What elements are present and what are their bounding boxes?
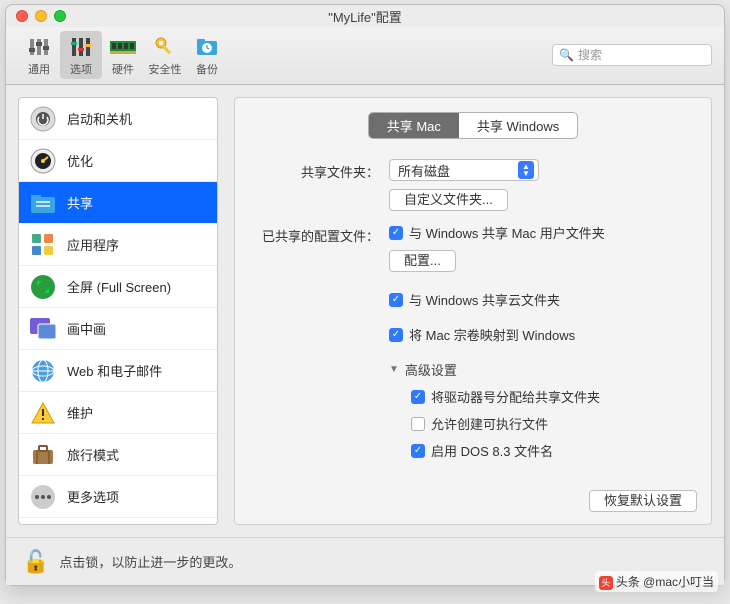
zoom-icon[interactable] [54,10,66,22]
check-label: 将 Mac 宗卷映射到 Windows [409,325,575,344]
gauge-icon [29,147,57,175]
search-placeholder: 搜索 [578,46,602,63]
tab-share-windows[interactable]: 共享 Windows [459,113,577,138]
check-label: 与 Windows 共享 Mac 用户文件夹 [409,223,605,242]
check-allow-exec[interactable]: 允许创建可执行文件 [411,414,697,433]
advanced-group: ✓ 将驱动器号分配给共享文件夹 允许创建可执行文件 ✓ 启用 DOS 8.3 文… [411,387,697,460]
tab-share-mac[interactable]: 共享 Mac [369,113,459,138]
sidebar-item-label: 优化 [67,151,93,170]
search-input[interactable]: 🔍 搜索 [552,44,712,66]
toolbar-items: 通用 选项 硬件 安全性 备份 [18,31,228,79]
apps-icon [29,231,57,259]
clock-folder-icon [191,33,223,61]
globe-icon [29,357,57,385]
toolbar-security[interactable]: 安全性 [144,31,186,79]
footer: 🔓 点击锁，以防止进一步的更改。 [6,537,724,585]
window-title: "MyLife"配置 [66,7,664,26]
checkbox-icon: ✓ [411,444,425,458]
checkbox-icon [411,417,425,431]
select-value: 所有磁盘 [398,161,450,180]
sidebar-item-maintenance[interactable]: 维护 [19,392,217,434]
warning-icon [29,399,57,427]
sidebar-item-label: 全屏 (Full Screen) [67,277,171,296]
checkbox-icon: ✓ [389,293,403,307]
toolbar: 通用 选项 硬件 安全性 备份 🔍 搜索 [6,27,724,85]
toolbar-options[interactable]: 选项 [60,31,102,79]
tabs: 共享 Mac 共享 Windows [249,112,697,139]
sidebar-item-label: 共享 [67,193,93,212]
toolbar-backup[interactable]: 备份 [186,31,228,79]
toolbar-hardware[interactable]: 硬件 [102,31,144,79]
toolbar-general[interactable]: 通用 [18,31,60,79]
sidebar-item-startup[interactable]: 启动和关机 [19,98,217,140]
sidebar-item-apps[interactable]: 应用程序 [19,224,217,266]
custom-folder-button[interactable]: 自定义文件夹... [389,189,508,211]
check-label: 与 Windows 共享云文件夹 [409,290,560,309]
sidebar-item-label: 应用程序 [67,235,119,254]
body: 启动和关机 优化 共享 应用程序 全屏 (Full Screen) 画中画 [6,85,724,537]
key-icon [149,33,181,61]
sidebar-item-pip[interactable]: 画中画 [19,308,217,350]
suitcase-icon [29,441,57,469]
pip-icon [29,315,57,343]
preferences-window: "MyLife"配置 通用 选项 硬件 安全性 备份 [5,4,725,586]
check-label: 将驱动器号分配给共享文件夹 [431,387,600,406]
row-shared-profile: 已共享的配置文件： ✓ 与 Windows 共享 Mac 用户文件夹 配置...… [249,223,697,468]
checkbox-icon: ✓ [389,328,403,342]
sidebar-item-label: 启动和关机 [67,109,132,128]
configure-button[interactable]: 配置... [389,250,456,272]
close-icon[interactable] [16,10,28,22]
advanced-label: 高级设置 [405,360,457,379]
shared-profile-label: 已共享的配置文件： [249,223,389,245]
window-controls [16,10,66,22]
sidebar-item-more[interactable]: 更多选项 [19,476,217,518]
sidebar-item-label: 维护 [67,403,93,422]
sidebar-item-label: 画中画 [67,319,106,338]
check-label: 允许创建可执行文件 [431,414,548,433]
titlebar: "MyLife"配置 [6,5,724,27]
toolbar-label: 硬件 [112,61,134,77]
toolbar-label: 选项 [70,61,92,77]
check-dos83[interactable]: ✓ 启用 DOS 8.3 文件名 [411,441,697,460]
options-icon [65,33,97,61]
sidebar-item-travel[interactable]: 旅行模式 [19,434,217,476]
sidebar-item-web[interactable]: Web 和电子邮件 [19,350,217,392]
triangle-down-icon: ▼ [389,364,399,375]
segmented-control: 共享 Mac 共享 Windows [368,112,579,139]
search-icon: 🔍 [559,48,574,62]
row-share-folder: 共享文件夹： 所有磁盘 ▲▼ 自定义文件夹... [249,159,697,211]
content-panel: 共享 Mac 共享 Windows 共享文件夹： 所有磁盘 ▲▼ 自定义文件夹.… [234,97,712,525]
check-drive-letters[interactable]: ✓ 将驱动器号分配给共享文件夹 [411,387,697,406]
sidebar-item-sharing[interactable]: 共享 [19,182,217,224]
share-folder-label: 共享文件夹： [249,159,389,181]
chevron-updown-icon: ▲▼ [518,161,534,179]
fullscreen-icon [29,273,57,301]
restore-defaults-button[interactable]: 恢复默认设置 [589,490,697,512]
check-win-mac-user[interactable]: ✓ 与 Windows 共享 Mac 用户文件夹 [389,223,697,242]
power-icon [29,105,57,133]
share-folder-select[interactable]: 所有磁盘 ▲▼ [389,159,539,181]
sidebar-item-label: Web 和电子邮件 [67,361,162,380]
sidebar: 启动和关机 优化 共享 应用程序 全屏 (Full Screen) 画中画 [18,97,218,525]
sidebar-item-optimize[interactable]: 优化 [19,140,217,182]
sidebar-item-label: 旅行模式 [67,445,119,464]
sliders-icon [23,33,55,61]
toolbar-label: 通用 [28,61,50,77]
check-label: 启用 DOS 8.3 文件名 [431,441,553,460]
footer-text: 点击锁，以防止进一步的更改。 [59,552,241,571]
dots-icon [29,483,57,511]
toolbar-label: 安全性 [149,61,182,77]
check-map-volumes[interactable]: ✓ 将 Mac 宗卷映射到 Windows [389,325,697,344]
ram-icon [107,33,139,61]
sidebar-item-label: 更多选项 [67,487,119,506]
advanced-disclosure[interactable]: ▼ 高级设置 [389,360,697,379]
folder-share-icon [29,189,57,217]
lock-icon[interactable]: 🔓 [22,549,49,575]
minimize-icon[interactable] [35,10,47,22]
checkbox-icon: ✓ [411,390,425,404]
checkbox-icon: ✓ [389,226,403,240]
check-win-cloud[interactable]: ✓ 与 Windows 共享云文件夹 [389,290,697,309]
sidebar-item-fullscreen[interactable]: 全屏 (Full Screen) [19,266,217,308]
toolbar-label: 备份 [196,61,218,77]
